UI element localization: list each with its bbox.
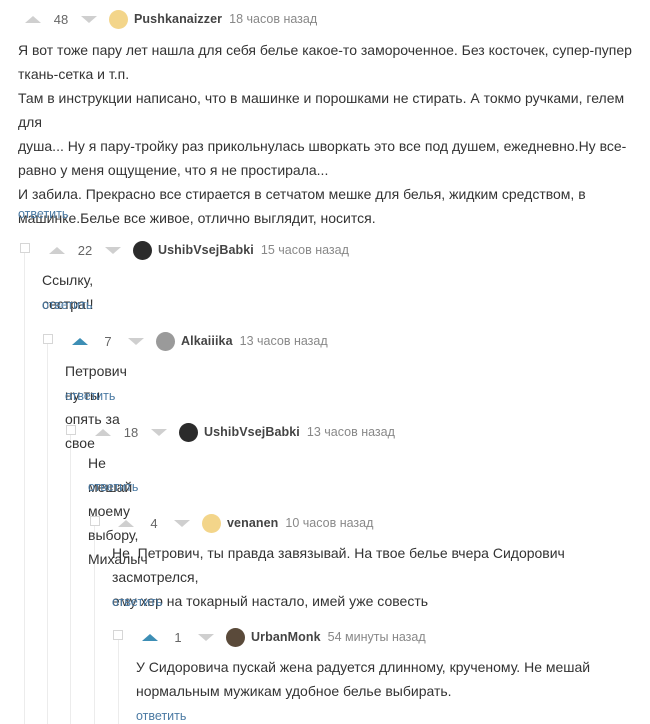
collapse-toggle[interactable] (113, 630, 123, 640)
downvote-icon[interactable] (198, 633, 214, 641)
comment-header: 1 UrbanMonk 54 минуты назад (142, 627, 426, 647)
comment-text-line: машинке.Белье все живое, отлично выгляди… (18, 210, 376, 226)
timestamp[interactable]: 13 часов назад (240, 334, 328, 348)
avatar[interactable] (109, 9, 128, 29)
thread-line (118, 640, 119, 724)
avatar[interactable] (133, 240, 152, 260)
comment-header: 4 venanen 10 часов назад (118, 513, 373, 533)
thread-line (70, 435, 71, 724)
thread-line (47, 344, 48, 724)
collapse-toggle[interactable] (20, 243, 30, 253)
comment-body: Не, Петрович, ты правда завязывай. На тв… (112, 541, 647, 613)
downvote-icon[interactable] (81, 15, 97, 23)
comment-rating: 4 (150, 515, 158, 531)
username[interactable]: venanen (227, 516, 278, 530)
comment-rating: 18 (123, 424, 139, 440)
upvote-icon[interactable] (118, 519, 134, 527)
comment-body: Я вот тоже пару лет нашла для себя белье… (18, 38, 648, 230)
comment-header: 7 Alkaiiika 13 часов назад (72, 331, 328, 351)
reply-link[interactable]: ответить (18, 207, 68, 221)
collapse-toggle[interactable] (43, 334, 53, 344)
upvote-icon[interactable] (142, 633, 158, 641)
comment-text-line: Я вот тоже пару лет нашла для себя белье… (18, 42, 632, 58)
comment-rating: 7 (104, 333, 112, 349)
timestamp[interactable]: 18 часов назад (229, 12, 317, 26)
collapse-toggle[interactable] (66, 425, 76, 435)
comment-body: У Сидоровича пускай жена радуется длинно… (136, 655, 646, 703)
comment-rating: 22 (77, 242, 93, 258)
reply-link[interactable]: ответить (42, 298, 92, 312)
upvote-icon[interactable] (95, 428, 111, 436)
comment-text-line: ткань-сетка и т.п. (18, 66, 130, 82)
thread-line (24, 252, 25, 724)
comment-text-line: нормальным мужикам удобное белье выбират… (136, 683, 452, 699)
comment-text-line: ему хер на токарный настало, имей уже со… (112, 593, 429, 609)
upvote-icon[interactable] (49, 246, 65, 254)
downvote-icon[interactable] (105, 246, 121, 254)
comment-text-line: И забила. Прекрасно все стирается в сетч… (18, 186, 586, 202)
comment-text-line: равно у меня ощущение, что я не простира… (18, 162, 329, 178)
reply-link[interactable]: ответить (112, 595, 162, 609)
timestamp[interactable]: 10 часов назад (285, 516, 373, 530)
reply-link[interactable]: ответить (65, 389, 115, 403)
comment-rating: 1 (174, 629, 182, 645)
username[interactable]: Pushkanaizzer (134, 12, 222, 26)
username[interactable]: UshibVsejBabki (158, 243, 254, 257)
comment-text-line: душа... Ну я пару-тройку раз прикольнула… (18, 138, 627, 154)
upvote-icon[interactable] (25, 15, 41, 23)
username[interactable]: Alkaiiika (181, 334, 233, 348)
comment-header: 18 UshibVsejBabki 13 часов назад (95, 422, 395, 442)
reply-link[interactable]: ответить (136, 709, 186, 723)
timestamp[interactable]: 15 часов назад (261, 243, 349, 257)
collapse-toggle[interactable] (90, 516, 100, 526)
comment-text-line: Там в инструкции написано, что в машинке… (18, 90, 625, 130)
avatar[interactable] (202, 513, 221, 533)
downvote-icon[interactable] (174, 519, 190, 527)
avatar[interactable] (226, 627, 245, 647)
username[interactable]: UshibVsejBabki (204, 425, 300, 439)
upvote-icon[interactable] (72, 337, 88, 345)
username[interactable]: UrbanMonk (251, 630, 321, 644)
comment-header: 48 Pushkanaizzer 18 часов назад (25, 9, 317, 29)
comment-text-line: У Сидоровича пускай жена радуется длинно… (136, 659, 591, 675)
avatar[interactable] (179, 422, 198, 442)
timestamp[interactable]: 13 часов назад (307, 425, 395, 439)
downvote-icon[interactable] (151, 428, 167, 436)
avatar[interactable] (156, 331, 175, 351)
comment-header: 22 UshibVsejBabki 15 часов назад (49, 240, 349, 260)
timestamp[interactable]: 54 минуты назад (328, 630, 426, 644)
reply-link[interactable]: ответить (88, 480, 138, 494)
comment-rating: 48 (53, 11, 69, 27)
downvote-icon[interactable] (128, 337, 144, 345)
comment-text-line: Не, Петрович, ты правда завязывай. На тв… (112, 545, 565, 585)
